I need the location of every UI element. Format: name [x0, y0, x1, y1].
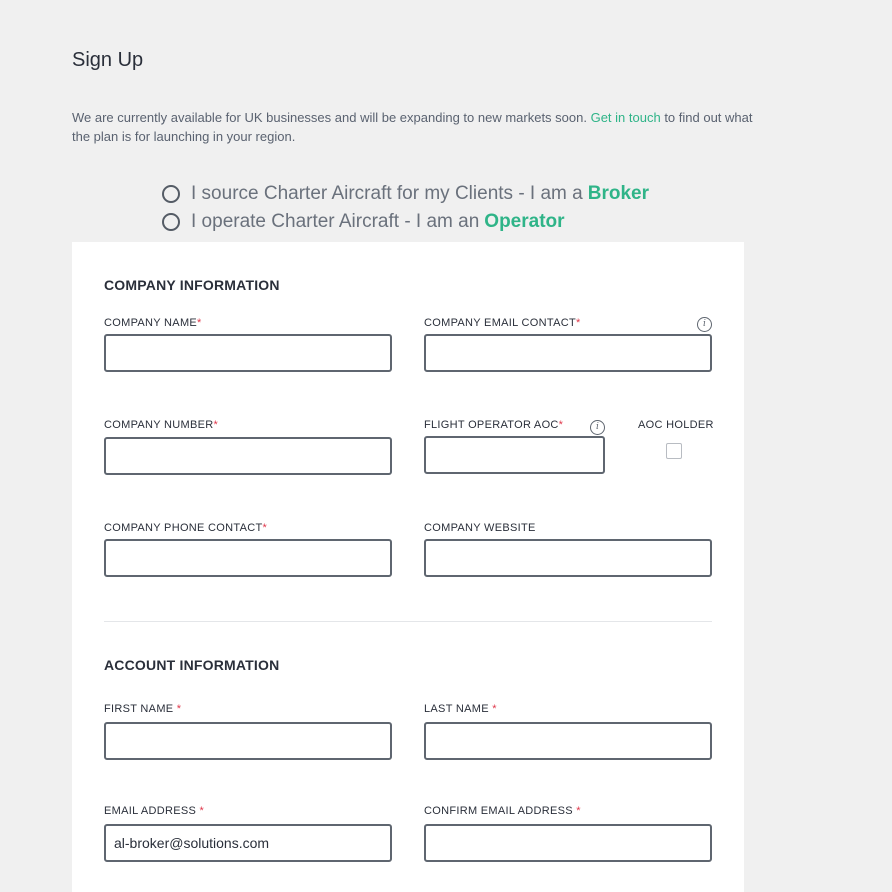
broker-highlight: Broker: [587, 183, 649, 204]
flight-operator-aoc-label-text: FLIGHT OPERATOR AOC: [424, 419, 559, 431]
email-address-label-text: EMAIL ADDRESS: [104, 805, 200, 817]
flight-operator-aoc-input[interactable]: [424, 436, 605, 474]
required-asterisk: *: [176, 703, 182, 715]
company-website-input[interactable]: [424, 539, 712, 577]
company-section-title: COMPANY INFORMATION: [104, 277, 280, 293]
last-name-label-text: LAST NAME: [424, 703, 493, 715]
company-name-input[interactable]: [104, 334, 392, 372]
account-section-title: ACCOUNT INFORMATION: [104, 657, 280, 673]
intro-text: We are currently available for UK busine…: [72, 108, 762, 146]
aoc-holder-checkbox[interactable]: [666, 443, 682, 459]
first-name-label: FIRST NAME *: [104, 703, 181, 715]
last-name-input[interactable]: [424, 722, 712, 760]
company-number-label: COMPANY NUMBER*: [104, 419, 218, 431]
required-asterisk: *: [492, 703, 497, 715]
role-option-operator[interactable]: I operate Charter Aircraft - I am an Ope…: [162, 211, 565, 233]
operator-highlight: Operator: [484, 211, 565, 232]
required-asterisk: *: [575, 317, 581, 329]
flight-operator-aoc-info-icon[interactable]: i: [590, 420, 605, 435]
company-number-input[interactable]: [104, 437, 392, 475]
company-website-label: COMPANY WEBSITE: [424, 522, 536, 534]
flight-operator-aoc-label: FLIGHT OPERATOR AOC*: [424, 419, 563, 431]
company-phone-input[interactable]: [104, 539, 392, 577]
signup-form-card: COMPANY INFORMATION COMPANY NAME* COMPAN…: [72, 242, 744, 892]
last-name-label: LAST NAME *: [424, 703, 497, 715]
company-email-input[interactable]: [424, 334, 712, 372]
company-phone-label: COMPANY PHONE CONTACT*: [104, 522, 267, 534]
first-name-label-text: FIRST NAME: [104, 703, 177, 715]
required-asterisk: *: [197, 317, 202, 329]
operator-option-text: I operate Charter Aircraft - I am an: [191, 211, 480, 232]
company-number-label-text: COMPANY NUMBER: [104, 419, 214, 431]
confirm-email-label-text: CONFIRM EMAIL ADDRESS: [424, 805, 577, 817]
intro-text-start: We are currently available for UK busine…: [72, 110, 591, 125]
company-name-label-text: COMPANY NAME: [104, 317, 198, 329]
email-address-input[interactable]: [104, 824, 392, 862]
aoc-holder-label: AOC HOLDER: [638, 419, 714, 431]
page-title: Sign Up: [72, 49, 144, 71]
section-divider: [104, 621, 712, 622]
role-option-broker[interactable]: I source Charter Aircraft for my Clients…: [162, 183, 649, 205]
company-email-label-text: COMPANY EMAIL CONTACT: [424, 317, 576, 329]
operator-radio[interactable]: [162, 213, 180, 231]
required-asterisk: *: [199, 805, 205, 817]
required-asterisk: *: [262, 522, 268, 534]
confirm-email-label: CONFIRM EMAIL ADDRESS *: [424, 805, 581, 817]
required-asterisk: *: [213, 419, 219, 431]
company-name-label: COMPANY NAME*: [104, 317, 202, 329]
company-email-label: COMPANY EMAIL CONTACT*: [424, 317, 581, 329]
confirm-email-input[interactable]: [424, 824, 712, 862]
broker-radio[interactable]: [162, 185, 180, 203]
first-name-input[interactable]: [104, 722, 392, 760]
get-in-touch-link[interactable]: Get in touch: [591, 110, 661, 125]
company-email-info-icon[interactable]: i: [697, 317, 712, 332]
email-address-label: EMAIL ADDRESS *: [104, 805, 204, 817]
required-asterisk: *: [558, 419, 564, 431]
required-asterisk: *: [576, 805, 581, 817]
broker-option-text: I source Charter Aircraft for my Clients…: [191, 183, 583, 204]
company-phone-label-text: COMPANY PHONE CONTACT: [104, 522, 263, 534]
